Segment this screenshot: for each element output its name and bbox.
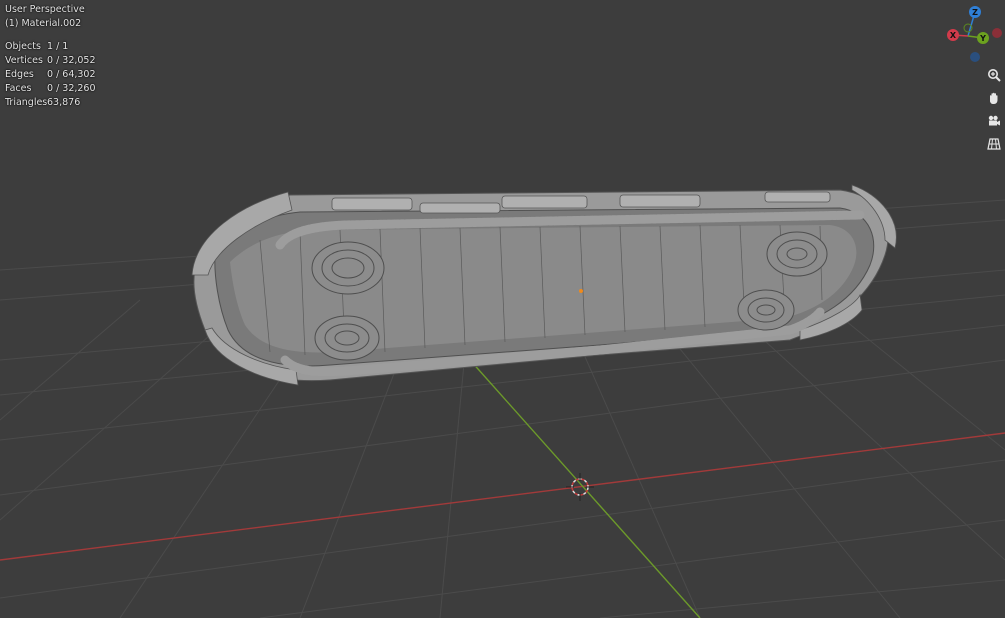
gizmo-neg-z-axis[interactable]: [970, 52, 980, 62]
viewport-canvas: Z Y X: [0, 6, 1005, 618]
stat-row-objects: Objects 1 / 1: [5, 40, 96, 54]
stat-row-triangles: Triangles 63,876: [5, 96, 96, 110]
3d-viewport[interactable]: Z Y X: [0, 0, 1005, 618]
view-info: User Perspective (1) Material.002: [5, 3, 85, 31]
y-axis-line: [469, 359, 701, 618]
stat-label: Objects: [5, 41, 41, 52]
stat-value: 63,876: [47, 97, 81, 108]
mesh-object[interactable]: [191, 184, 897, 386]
stat-row-vertices: Vertices 0 / 32,052: [5, 54, 96, 68]
stat-row-faces: Faces 0 / 32,260: [5, 82, 96, 96]
camera-icon: [988, 115, 1000, 126]
grid-perspective-icon: [987, 138, 1001, 150]
view-name: User Perspective: [5, 4, 85, 15]
stat-value: 0 / 32,052: [47, 55, 96, 66]
stat-label: Faces: [5, 83, 32, 94]
svg-text:X: X: [950, 31, 957, 40]
stat-value: 0 / 32,260: [47, 83, 96, 94]
zoom-icon: [988, 69, 1001, 82]
svg-text:Y: Y: [979, 34, 986, 43]
zoom-button[interactable]: [983, 64, 1005, 86]
stat-label: Triangles: [5, 97, 48, 108]
gizmo-neg-x-axis[interactable]: [992, 28, 1002, 38]
svg-text:Z: Z: [972, 8, 978, 17]
scene-statistics: Objects 1 / 1 Vertices 0 / 32,052 Edges …: [5, 40, 96, 110]
stat-value: 0 / 64,302: [47, 69, 96, 80]
stat-value: 1 / 1: [47, 41, 69, 52]
active-object-name: (1) Material.002: [5, 18, 82, 29]
pan-button[interactable]: [983, 87, 1005, 109]
hand-icon: [990, 92, 998, 104]
stat-row-edges: Edges 0 / 64,302: [5, 68, 96, 82]
navigation-gizmo[interactable]: Z Y X: [947, 6, 1002, 62]
camera-view-button[interactable]: [983, 110, 1005, 132]
stat-label: Vertices: [5, 55, 43, 66]
x-axis-line: [0, 432, 1005, 561]
stat-label: Edges: [5, 69, 34, 80]
perspective-toggle-button[interactable]: [983, 133, 1005, 155]
